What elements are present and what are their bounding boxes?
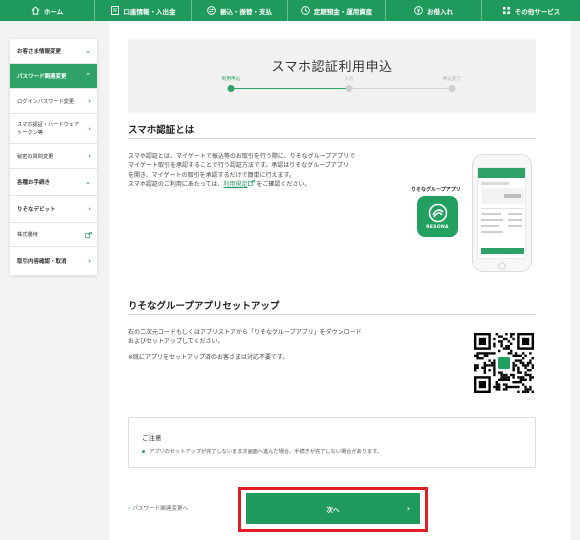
nav-account-info-label: 口座情報・入出金 <box>123 7 176 16</box>
section-title-app-setup: りそなグループアプリセットアップ <box>128 301 280 312</box>
sidebar-item-label: 各種お手続き <box>17 180 51 186</box>
terms-link[interactable]: 利用規定 <box>223 181 247 188</box>
nav-other-services[interactable]: その他サービス <box>482 0 580 21</box>
qr-code <box>474 333 534 393</box>
external-link-icon <box>85 231 92 238</box>
step-track-progress <box>231 88 349 89</box>
section1-line: スマホ認証のご利用にあたっては、利用規定 をご確認ください。 <box>128 179 403 189</box>
notice-title: ご注意 <box>142 434 162 442</box>
nav-home[interactable]: ホーム <box>0 0 95 21</box>
step-label-complete: 申込完了 <box>442 77 462 82</box>
step-dot-apply <box>227 85 235 92</box>
chevron-right-icon: › <box>88 97 91 105</box>
section1-line: スマホ認証とは、マイゲートで振込等のお取引を行う際に、りそなグループアプリで <box>128 153 356 160</box>
sidebar-item-smartphone-auth[interactable]: スマホ認証・ハードウェアトークン等 › <box>10 114 97 144</box>
nav-transfer-label: 振込・振替・支払 <box>220 7 272 16</box>
loan-icon <box>414 6 423 15</box>
section-title-smartphone-auth: スマホ認証とは <box>128 125 195 136</box>
sidebar-item-password-settings[interactable]: パスワード関連変更 ⌃ <box>10 64 97 89</box>
external-link-icon <box>248 179 256 186</box>
section2-body: 右の二次元コードもしくはアプリストアから「りそなグループアプリ」をダウンロード … <box>128 328 448 362</box>
step-label-apply: 利用申込 <box>221 77 241 82</box>
sidebar-item-label: 取引内容確認・取消 <box>17 259 67 265</box>
section1-line-post: をご確認ください。 <box>256 180 311 188</box>
chevron-left-icon: ‹ <box>128 506 131 512</box>
resona-app-icon: RESONA <box>417 196 458 237</box>
grid-icon <box>502 6 511 15</box>
phone-home-button-icon <box>498 262 506 270</box>
chevron-right-icon: › <box>406 504 410 513</box>
section1-body: スマホ認証とは、マイゲートで振込等のお取引を行う際に、りそなグループアプリで マ… <box>128 152 403 189</box>
chevron-down-icon: ⌄ <box>85 178 91 186</box>
transfer-icon <box>207 6 216 15</box>
app-name-label: りそなグループアプリ <box>411 187 461 193</box>
section1-line: マイゲート取引を承認することで行う認証方法です。承認はりそなグループアプリ <box>128 162 349 170</box>
chevron-right-icon: › <box>88 124 91 133</box>
chevron-right-icon: › <box>88 205 91 213</box>
sidebar: お客さま情報変更 ⌄ パスワード関連変更 ⌃ ログインパスワード変更 › スマホ… <box>10 39 97 275</box>
step-dot-input <box>345 85 353 92</box>
resona-logo-icon <box>428 203 447 223</box>
chevron-up-icon: ⌃ <box>85 72 91 80</box>
nav-savings-label: 定期預金・運用資産 <box>313 7 373 16</box>
section2-line: ※既にアプリをセットアップ済のお客さまは対応不要です。 <box>128 353 289 361</box>
notice-box: ご注意 アプリのセットアップが完了しないまま次画面へ進んだ場合、手続きが完了しな… <box>128 417 536 468</box>
sidebar-item-label: スマホ認証・ハードウェアトークン等 <box>17 121 80 136</box>
sidebar-item-transaction-check[interactable]: 取引内容確認・取消 › <box>10 247 97 275</box>
sidebar-item-secret-question[interactable]: 秘密の質問変更 › <box>10 144 97 169</box>
sidebar-item-shareholder-benefits[interactable]: 株式優待 <box>10 223 97 247</box>
next-button[interactable]: 次へ › <box>246 493 420 524</box>
smartphone-illustration <box>472 154 532 272</box>
bullet-icon <box>142 450 145 453</box>
back-link[interactable]: ‹ パスワード関連変更へ <box>128 504 188 512</box>
section2-line: およびセットアップしてください。 <box>128 338 224 346</box>
title-box: スマホ認証利用申込 利用申込 入力 申込完了 <box>128 39 536 113</box>
sidebar-item-resona-debit[interactable]: りそなデビット › <box>10 196 97 223</box>
sidebar-item-label: 秘密の質問変更 <box>17 153 54 160</box>
home-icon <box>31 6 40 15</box>
sidebar-item-login-password[interactable]: ログインパスワード変更 › <box>10 89 97 114</box>
nav-loan[interactable]: お借入れ <box>386 0 482 21</box>
section1-line-pre: スマホ認証のご利用にあたっては、 <box>128 180 224 188</box>
section-divider <box>128 138 536 139</box>
main-panel: スマホ認証利用申込 利用申込 入力 申込完了 スマホ認証とは スマホ認証とは、マ… <box>109 21 571 540</box>
chevron-down-icon: ⌄ <box>85 47 91 55</box>
section-divider <box>128 314 536 315</box>
nav-savings[interactable]: 定期預金・運用資産 <box>288 0 386 21</box>
sidebar-item-label: パスワード関連変更 <box>17 74 67 80</box>
nav-account-info[interactable]: 口座情報・入出金 <box>95 0 192 21</box>
nav-loan-label: お借入れ <box>427 7 453 16</box>
top-navigation: ホーム 口座情報・入出金 振込・振替・支払 定期預金・運用資産 お借入れ その他… <box>0 0 580 21</box>
sidebar-item-label: お客さま情報変更 <box>17 49 62 55</box>
notice-item-text: アプリのセットアップが完了しないまま次画面へ進んだ場合、手続きが完了しない場合が… <box>149 449 382 455</box>
sidebar-item-customer-info[interactable]: お客さま情報変更 ⌄ <box>10 39 97 64</box>
savings-icon <box>300 6 310 15</box>
section2-line: 右の二次元コードもしくはアプリストアから「りそなグループアプリ」をダウンロード <box>128 329 362 336</box>
sidebar-item-label: 株式優待 <box>17 232 38 238</box>
nav-transfer[interactable]: 振込・振替・支払 <box>192 0 288 21</box>
sidebar-item-label: ログインパスワード変更 <box>17 98 75 105</box>
step-label-input: 入力 <box>344 77 354 82</box>
step-dot-complete <box>448 85 456 92</box>
section1-line: を開き、マイゲートの取引を承認するだけで簡単に行えます。 <box>128 171 295 179</box>
notice-item: アプリのセットアップが完了しないまま次画面へ進んだ場合、手続きが完了しない場合が… <box>142 448 382 455</box>
chevron-right-icon: › <box>88 152 91 160</box>
bankbook-icon <box>111 6 120 15</box>
app-icon-text: RESONA <box>426 225 449 230</box>
sidebar-item-label: りそなデビット <box>17 207 56 213</box>
phone-screen <box>477 167 526 259</box>
back-link-label: パスワード関連変更へ <box>132 506 189 512</box>
next-button-label: 次へ <box>326 505 340 514</box>
nav-other-services-label: その他サービス <box>514 7 561 16</box>
chevron-right-icon: › <box>88 257 91 265</box>
sidebar-item-procedures[interactable]: 各種お手続き ⌄ <box>10 169 97 196</box>
page-title: スマホ認証利用申込 <box>271 60 393 75</box>
nav-home-label: ホーム <box>43 7 64 16</box>
